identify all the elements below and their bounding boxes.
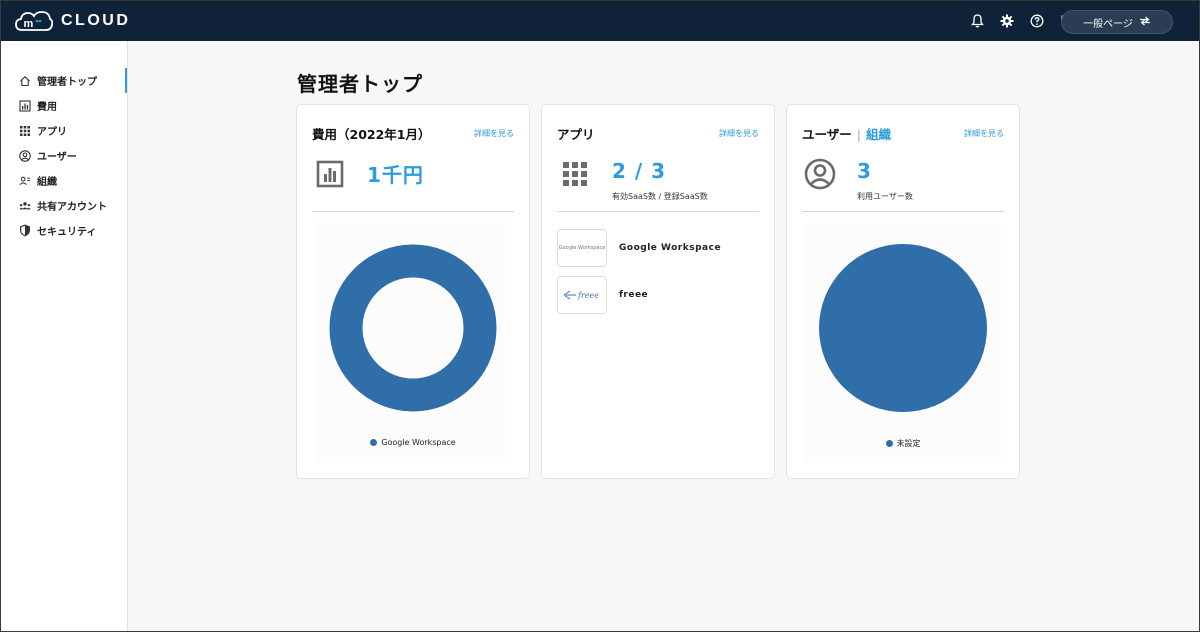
bar-chart-icon <box>313 157 347 191</box>
divider <box>312 211 514 212</box>
header-icons <box>969 1 1075 41</box>
sidebar-item-cost[interactable]: 費用 <box>1 93 127 118</box>
apps-detail-link[interactable]: 詳細を見る <box>719 128 759 139</box>
sidebar-item-admin-top[interactable]: 管理者トップ <box>1 68 127 93</box>
general-page-label: 一般ページ <box>1083 18 1133 30</box>
sidebar-item-label: ユーザー <box>37 152 77 163</box>
divider <box>557 211 759 212</box>
users-sub-label: 利用ユーザー数 <box>857 192 913 201</box>
user-circle-icon <box>803 157 837 191</box>
users-detail-link[interactable]: 詳細を見る <box>964 128 1004 139</box>
logo[interactable]: m CLOUD <box>15 10 130 32</box>
org-icon <box>19 175 31 187</box>
sidebar-item-label: 費用 <box>37 102 57 113</box>
cost-card-title: 費用（2022年1月） <box>312 127 431 142</box>
cost-card: 費用（2022年1月） 詳細を見る 1千円 Google Workspace <box>296 104 530 479</box>
apps-card: アプリ 詳細を見る 2 / 3 有効SaaS数 / 登録SaaS数 Google… <box>541 104 775 479</box>
cloud-logo-icon: m <box>15 11 53 31</box>
sidebar-item-label: 共有アカウント <box>37 202 107 213</box>
shared-users-icon <box>19 200 31 212</box>
bell-icon[interactable] <box>969 13 985 29</box>
users-card-title: ユーザー | 組織 <box>802 124 891 143</box>
switch-arrows-icon <box>1139 16 1151 29</box>
sidebar: 管理者トップ 費用 アプリ ユーザー 組織 共有アカウント セキュリティ <box>1 41 128 631</box>
users-title: ユーザー <box>802 127 852 142</box>
general-page-button[interactable]: 一般ページ <box>1061 10 1173 34</box>
sidebar-item-security[interactable]: セキュリティ <box>1 218 127 243</box>
users-chart-legend: 未設定 <box>787 438 1019 449</box>
sidebar-item-shared-accounts[interactable]: 共有アカウント <box>1 193 127 218</box>
sidebar-item-apps[interactable]: アプリ <box>1 118 127 143</box>
cost-value: 1千円 <box>367 163 424 187</box>
shield-check-icon <box>19 224 31 237</box>
app-name: Google Workspace <box>619 243 722 253</box>
sidebar-item-label: 組織 <box>37 177 57 188</box>
help-icon[interactable] <box>1029 13 1045 29</box>
legend-dot <box>370 439 378 446</box>
legend-dot <box>885 440 893 447</box>
apps-value: 2 / 3 <box>612 159 667 183</box>
svg-text:m: m <box>24 18 34 30</box>
apps-card-title: アプリ <box>557 127 595 142</box>
grid-icon <box>19 125 31 137</box>
legend-label: Google Workspace <box>381 438 456 447</box>
bar-chart-icon <box>19 99 31 112</box>
user-circle-icon <box>19 149 31 162</box>
apps-sub-label: 有効SaaS数 / 登録SaaS数 <box>612 192 708 201</box>
sidebar-item-label: セキュリティ <box>37 227 97 238</box>
cost-chart <box>315 223 511 463</box>
grid-icon <box>558 157 592 191</box>
sidebar-item-label: アプリ <box>37 127 67 138</box>
divider <box>802 211 1004 212</box>
sidebar-item-users[interactable]: ユーザー <box>1 143 127 168</box>
gear-icon[interactable] <box>999 13 1015 29</box>
organization-link[interactable]: 組織 <box>866 127 891 142</box>
logo-text: CLOUD <box>61 12 131 29</box>
legend-label: 未設定 <box>896 439 921 448</box>
app-window: m CLOUD 一般ページ 管理者トップ 費用 アプリ ユーザー 組織 共有アカ… <box>0 0 1200 632</box>
app-logo-text: Google Workspace <box>558 245 606 251</box>
list-item[interactable]: freee freee <box>557 276 648 314</box>
freee-logo: freee <box>557 276 607 314</box>
sidebar-item-organization[interactable]: 組織 <box>1 168 127 193</box>
google-workspace-logo: Google Workspace <box>557 229 607 267</box>
donut-slice-google-workspace <box>329 244 497 412</box>
sidebar-item-label: 管理者トップ <box>37 77 97 88</box>
cost-detail-link[interactable]: 詳細を見る <box>474 128 514 139</box>
svg-text:freee: freee <box>577 291 599 300</box>
top-header: m CLOUD 一般ページ <box>1 1 1199 41</box>
page-title: 管理者トップ <box>297 72 423 96</box>
users-chart <box>805 223 1001 463</box>
users-value: 3 <box>857 159 872 183</box>
title-separator: | <box>856 127 861 142</box>
users-card: ユーザー | 組織 詳細を見る 3 利用ユーザー数 未設定 <box>786 104 1020 479</box>
cost-chart-legend: Google Workspace <box>297 438 529 447</box>
home-icon <box>19 75 31 87</box>
app-name: freee <box>619 290 649 300</box>
pie-slice-unset <box>819 244 987 412</box>
sidebar-nav: 管理者トップ 費用 アプリ ユーザー 組織 共有アカウント セキュリティ <box>1 68 127 243</box>
list-item[interactable]: Google Workspace Google Workspace <box>557 229 721 267</box>
